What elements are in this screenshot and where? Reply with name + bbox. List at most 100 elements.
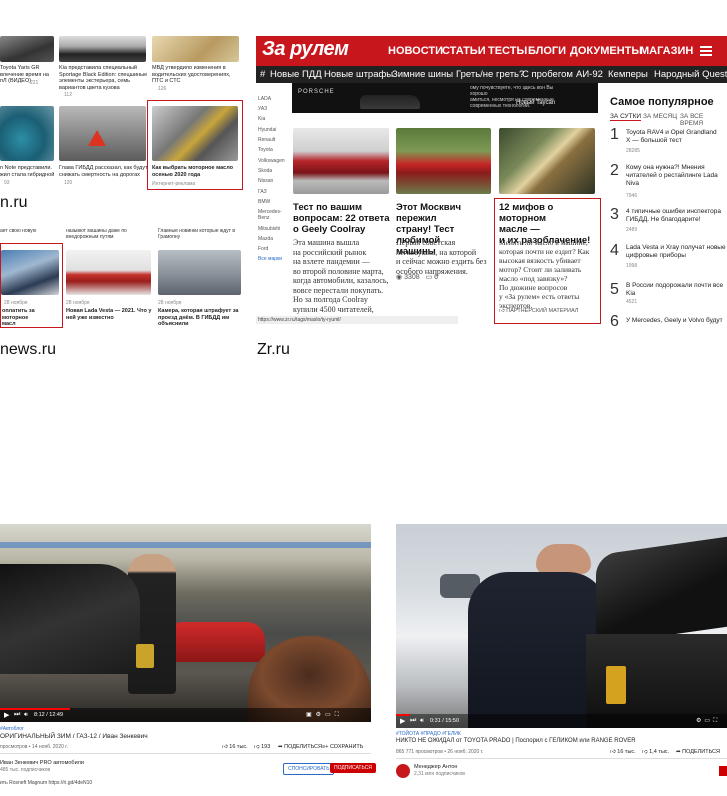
volume-icon[interactable]: 🔊︎	[24, 712, 28, 719]
subnav-item[interactable]: Новые штрафы	[324, 69, 393, 80]
subscribe-button[interactable]: ПОДПИСАТЬСЯ	[330, 763, 376, 773]
progress-bar[interactable]	[0, 708, 70, 710]
article-thumb-coolray[interactable]	[293, 128, 389, 194]
news-thumb-note[interactable]	[0, 106, 54, 161]
share-button[interactable]: ➦ ПОДЕЛИТЬСЯ	[676, 749, 720, 755]
news-title[interactable]: оплатить за моторное масл	[2, 308, 60, 328]
sponsor-button[interactable]: СПОНСИРОВАТЬ	[283, 763, 335, 775]
news-header: Главные новинки которые ждут в Грамопну	[158, 228, 235, 240]
like-button[interactable]: 👍︎ 16 тыс.	[610, 749, 636, 755]
video-meta: 865 771 просмотров • 26 нояб. 2020 г.	[396, 749, 484, 755]
subnav-item[interactable]: АИ-92	[576, 69, 603, 80]
news-thumb-oil[interactable]	[152, 106, 238, 161]
news-title[interactable]: Камера, которая штрафует за проезд днём.…	[158, 308, 242, 328]
description-link[interactable]: ить Rosneft Magnum https://ri.gd/4deN10	[0, 780, 92, 786]
news-thumb-camera[interactable]	[158, 250, 241, 295]
news-thumb-oil-price[interactable]	[1, 250, 59, 295]
subnav-item[interactable]: Кемперы	[608, 69, 648, 80]
video-player[interactable]	[396, 524, 727, 728]
subnav-item[interactable]: С пробегом	[522, 69, 573, 80]
next-icon[interactable]: ⏭	[14, 711, 20, 719]
article-thumb-moskvich[interactable]	[396, 128, 491, 194]
play-icon[interactable]: ▶	[4, 711, 9, 719]
nav-item[interactable]: НОВОСТИ	[388, 45, 443, 57]
red-car	[170, 622, 265, 662]
brand-link[interactable]: Nissan	[258, 178, 273, 184]
subnav-item[interactable]: Греть/не греть?	[456, 69, 524, 80]
views-count: 7946	[626, 193, 638, 199]
channel-avatar[interactable]	[396, 764, 410, 778]
brand-link[interactable]: Mazda	[258, 236, 273, 242]
popular-item[interactable]: В России подорожали почти все Kia	[626, 282, 726, 298]
news-title[interactable]: Toyota Yaris GR влечение время на пЛ (ВИ…	[0, 65, 55, 85]
dislike-button[interactable]: 👎︎ 1,4 тыс.	[642, 749, 669, 755]
tab-day[interactable]: ЗА СУТКИ	[610, 113, 642, 121]
brand-link[interactable]: Skoda	[258, 168, 272, 174]
dislike-button[interactable]: 👎︎ 193	[254, 744, 270, 750]
menu-icon[interactable]	[700, 46, 712, 56]
brand-link[interactable]: BMW	[258, 199, 270, 205]
brand-link[interactable]: Volkswagen	[258, 158, 285, 164]
ad-banner[interactable]: PORSCHE ому почувствуете, что здесь вон …	[292, 83, 598, 113]
popular-item[interactable]: Lada Vesta и Xray получат новые цифровые…	[626, 244, 726, 260]
brand-link[interactable]: Ford	[258, 246, 268, 252]
brand-link[interactable]: Kia	[258, 116, 265, 122]
subnav-item[interactable]: Зимние шины	[392, 69, 453, 80]
nav-item[interactable]: МАГАЗИН	[640, 45, 693, 57]
play-icon[interactable]: ▶	[400, 717, 405, 725]
subnav-item[interactable]: Народный Quest	[654, 69, 727, 80]
brand-link[interactable]: УАЗ	[258, 106, 267, 112]
brand-link[interactable]: Mercedes-Benz	[258, 209, 284, 221]
nav-item[interactable]: СТАТЬИ	[442, 45, 486, 57]
news-title[interactable]: n Note представили. жил стала гибридной	[0, 165, 55, 178]
brand-link[interactable]: ГАЗ	[258, 189, 267, 195]
popular-item[interactable]: У Mercedes, Geely и Volvo будут	[626, 317, 726, 325]
news-title[interactable]: МВД утвердило изменения в водительских у…	[152, 65, 242, 85]
channel-name[interactable]: Менеджер Антон	[414, 764, 457, 770]
brand-link[interactable]: LADA	[258, 96, 271, 102]
brand-link[interactable]: Hyundai	[258, 127, 276, 133]
popular-rank: 6	[610, 313, 619, 330]
channel-name[interactable]: Иван Зенкевич PRO автомобили	[0, 760, 84, 766]
like-button[interactable]: 👍︎ 16 тыс.	[222, 744, 248, 750]
article-thumb-oil[interactable]	[499, 128, 595, 194]
news-title[interactable]: Kia представила специальный Sportage Bla…	[59, 65, 151, 91]
news-thumb-sportage[interactable]	[59, 36, 146, 62]
subnav-item[interactable]: Новые ПДД	[270, 69, 322, 80]
brand-link[interactable]: Toyota	[258, 147, 273, 153]
player-settings-icons[interactable]: ▣⚙▭⛶	[306, 711, 343, 719]
news-thumb-yaris[interactable]	[0, 36, 54, 62]
next-icon[interactable]: ⏭	[410, 717, 416, 725]
news-title[interactable]: Новая Lada Vesta — 2021. Что у ней уже и…	[66, 308, 154, 321]
article-title[interactable]: Тест по вашим вопросам: 22 ответа о Geel…	[293, 202, 393, 235]
progress-bar[interactable]	[396, 714, 410, 716]
zr-logo[interactable]: За рулем	[262, 38, 349, 61]
news-title[interactable]: Как выбрать моторное масло осенью 2020 г…	[152, 165, 242, 178]
save-button[interactable]: ≡+ СОХРАНИТЬ	[322, 744, 363, 750]
tab-all-time[interactable]: ЗА ВСЕ ВРЕМЯ	[680, 113, 727, 127]
video-player[interactable]	[0, 524, 371, 722]
player-settings-icons[interactable]: ⚙▭⛶	[696, 717, 720, 725]
news-date: 28 ноября	[158, 300, 182, 306]
popular-item[interactable]: 4 типичные ошибки инспектора ГИБДД. Не б…	[626, 208, 726, 224]
brand-link[interactable]: Renault	[258, 137, 275, 143]
popular-item[interactable]: Toyota RAV4 и Opel Grandland X — большой…	[626, 129, 726, 145]
news-title[interactable]: Глава ГИБДД рассказал, как будут снижать…	[59, 165, 151, 178]
brand-link[interactable]: Mitsubishi	[258, 226, 280, 232]
subscribe-button[interactable]	[719, 766, 727, 776]
nav-item[interactable]: ДОКУМЕНТЫ	[570, 45, 642, 57]
tab-month[interactable]: ЗА МЕСЯЦ	[643, 113, 677, 120]
all-brands-link[interactable]: Все марки	[258, 256, 282, 262]
thumb-icon: 👍︎	[499, 308, 505, 314]
nav-item[interactable]: ТЕСТЫ	[488, 45, 527, 57]
video-tag[interactable]: #ТОЙОТА #ПРАДО #ГЕЛИК	[396, 731, 461, 737]
site-caption: n.ru	[0, 194, 28, 211]
comments-count: 6	[434, 274, 439, 281]
volume-icon[interactable]: 🔊︎	[420, 718, 424, 725]
nav-item[interactable]: БЛОГИ	[528, 45, 566, 57]
news-thumb-vesta[interactable]	[66, 250, 151, 295]
share-button[interactable]: ➦ ПОДЕЛИТЬСЯ	[278, 744, 322, 750]
video-tag[interactable]: #Автоблог	[0, 726, 24, 732]
popular-item[interactable]: Кому она нужна?! Мнения читателей о рест…	[626, 164, 726, 188]
news-thumb-license[interactable]	[152, 36, 239, 62]
